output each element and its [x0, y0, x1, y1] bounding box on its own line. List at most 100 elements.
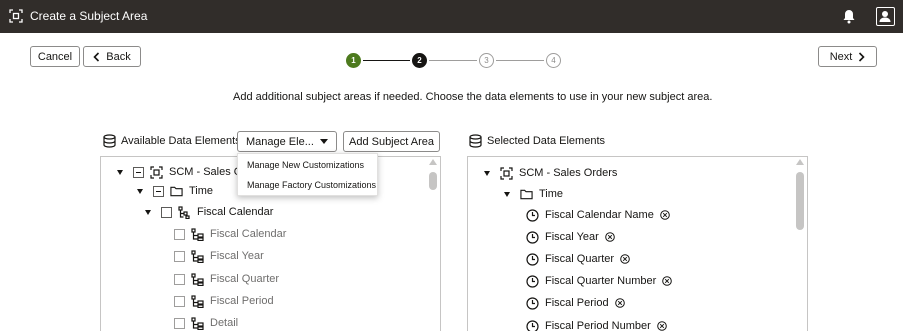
selected-column: Fiscal Quarter Number [526, 272, 673, 290]
chevron-left-icon [93, 51, 100, 62]
cancel-label: Cancel [37, 50, 73, 63]
level-icon [191, 272, 204, 286]
clock-icon [526, 319, 539, 331]
caret-down-icon[interactable] [117, 169, 123, 175]
tree-node-label: Fiscal Calendar Name [545, 209, 654, 221]
selected-elements-tree[interactable]: SCM - Sales Orders Time Fiscal Calendar … [467, 156, 808, 331]
add-subject-area-button[interactable]: Add Subject Area [343, 131, 440, 152]
tree-scrollbar[interactable] [795, 159, 805, 331]
level-icon [191, 316, 204, 330]
clock-icon [526, 230, 539, 244]
cancel-button[interactable]: Cancel [30, 46, 80, 67]
selected-column: Fiscal Period Number [526, 317, 667, 331]
folder-icon [520, 189, 533, 199]
level-icon [191, 249, 204, 263]
scroll-thumb[interactable] [796, 172, 804, 230]
level-icon [191, 227, 204, 241]
tree-checkbox[interactable] [153, 185, 164, 197]
selected-column: Fiscal Year [526, 228, 615, 246]
caret-down-icon[interactable] [484, 170, 490, 176]
scroll-up-icon[interactable] [796, 159, 804, 165]
tree-node-label: Fiscal Quarter [545, 253, 615, 265]
tree-checkbox[interactable] [174, 295, 185, 307]
clock-icon [526, 274, 539, 288]
caret-down-icon[interactable] [145, 209, 151, 215]
tree-node-label: Fiscal Calendar [210, 228, 287, 240]
tree-node-label: Fiscal Period Number [545, 320, 651, 331]
tree-node-folder[interactable]: Time [137, 182, 213, 200]
tree-node-label: Fiscal Quarter [210, 273, 280, 285]
tree-node-level[interactable]: Fiscal Calendar [174, 225, 286, 243]
tree-node-level[interactable]: Fiscal Year [174, 247, 264, 265]
selected-elements-title: Selected Data Elements [469, 134, 605, 148]
caret-down-icon[interactable] [137, 188, 143, 194]
tree-node-label: Fiscal Calendar [197, 206, 274, 218]
tree-node-label: Fiscal Quarter Number [545, 275, 657, 287]
tree-checkbox[interactable] [161, 206, 172, 218]
tree-node-level[interactable]: Fiscal Quarter [174, 270, 279, 288]
tree-node-subject-area[interactable]: SCM - Sales Orders [484, 164, 617, 182]
tree-node-hierarchy[interactable]: Fiscal Calendar [145, 203, 273, 221]
tree-node-label: Fiscal Year [210, 250, 264, 262]
tree-node-label: Fiscal Year [545, 231, 599, 243]
manage-elements-menu: Manage New Customizations Manage Factory… [237, 153, 378, 196]
scroll-thumb[interactable] [429, 172, 437, 190]
next-label: Next [829, 50, 853, 63]
tree-checkbox[interactable] [174, 250, 185, 262]
selected-column: Fiscal Period [526, 294, 625, 312]
manage-label: Manage Ele... [246, 135, 314, 148]
scroll-up-icon[interactable] [429, 159, 437, 165]
level-icon [191, 294, 204, 308]
selected-title-label: Selected Data Elements [487, 135, 606, 147]
caret-down-icon[interactable] [504, 191, 510, 197]
tree-node-label: SCM - Sales O [169, 166, 243, 178]
clock-icon [526, 296, 539, 310]
remove-icon[interactable] [620, 254, 630, 264]
clock-icon [526, 252, 539, 266]
step-connector [429, 60, 477, 61]
remove-icon[interactable] [662, 276, 673, 286]
step-4[interactable]: 4 [546, 53, 561, 68]
database-icon [103, 134, 116, 148]
title-bar: Create a Subject Area [0, 0, 903, 33]
tree-checkbox[interactable] [174, 273, 185, 285]
remove-icon[interactable] [660, 210, 670, 220]
tree-checkbox[interactable] [174, 228, 185, 240]
manage-elements-dropdown[interactable]: Manage Ele... [237, 131, 337, 152]
menu-item-factory-customizations[interactable]: Manage Factory Customizations [247, 180, 376, 190]
tree-node-label: Fiscal Period [210, 295, 274, 307]
tree-node-label: Fiscal Period [545, 297, 609, 309]
add-subject-area-label: Add Subject Area [348, 135, 434, 148]
step-1[interactable]: 1 [346, 53, 361, 68]
next-button[interactable]: Next [818, 46, 877, 67]
remove-icon[interactable] [605, 232, 615, 242]
step-connector [363, 60, 410, 61]
tree-scrollbar[interactable] [428, 159, 438, 331]
step-3[interactable]: 3 [479, 53, 494, 68]
folder-icon [170, 186, 183, 196]
tree-node-folder[interactable]: Time [504, 185, 563, 203]
remove-icon[interactable] [656, 321, 667, 331]
step-2[interactable]: 2 [412, 53, 427, 68]
step-indicator: 1 2 3 4 [346, 53, 566, 71]
selected-column: Fiscal Calendar Name [526, 206, 670, 224]
tree-node-subject-area[interactable]: SCM - Sales O [117, 163, 242, 181]
available-elements-title: Available Data Elements [103, 134, 241, 148]
tree-node-level[interactable]: Fiscal Period [174, 292, 274, 310]
menu-item-new-customizations[interactable]: Manage New Customizations [247, 160, 364, 170]
remove-icon[interactable] [614, 298, 625, 308]
page-title: Create a Subject Area [30, 9, 148, 23]
hierarchy-icon [178, 205, 190, 219]
back-button[interactable]: Back [83, 46, 141, 67]
caret-down-icon [320, 139, 328, 144]
user-profile-button[interactable] [876, 7, 895, 26]
back-label: Back [106, 50, 131, 63]
subject-area-icon [150, 165, 163, 179]
tree-checkbox[interactable] [174, 317, 185, 329]
subject-area-icon [500, 166, 513, 180]
clock-icon [526, 208, 539, 222]
subject-area-icon [9, 9, 23, 23]
tree-node-level[interactable]: Detail [174, 314, 238, 331]
bell-icon[interactable] [842, 8, 856, 24]
tree-checkbox[interactable] [133, 166, 144, 178]
